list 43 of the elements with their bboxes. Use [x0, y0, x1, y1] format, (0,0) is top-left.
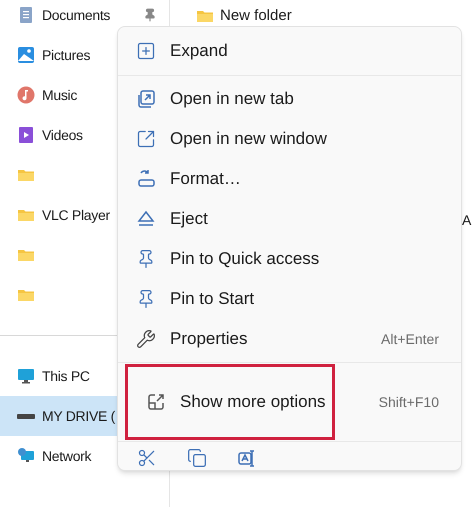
menu-label: Properties: [170, 328, 248, 350]
new-tab-icon: [136, 89, 156, 109]
menu-item[interactable]: Properties Alt+Enter: [118, 319, 461, 359]
menu-label: Open in new window: [170, 128, 327, 150]
sidebar-label: Videos: [42, 126, 83, 144]
sidebar-label: Network: [42, 446, 92, 466]
menu-item[interactable]: Pin to Quick access: [118, 239, 461, 279]
sidebar-item[interactable]: Network: [0, 436, 169, 476]
wrench-icon: [136, 329, 156, 349]
sidebar-item[interactable]: This PC: [0, 356, 169, 396]
plus-square-icon: [136, 41, 156, 61]
sidebar-label: VLC Player: [42, 206, 110, 225]
menu-label: Show more options: [180, 391, 326, 414]
document-icon: [17, 6, 35, 24]
music-icon: [17, 86, 35, 104]
sidebar-label: Documents: [42, 6, 110, 24]
rename-icon[interactable]: [237, 448, 257, 468]
scissors-icon[interactable]: [137, 448, 157, 468]
video-icon: [17, 126, 35, 144]
expand-options-icon: [146, 392, 166, 412]
column-text: A: [462, 211, 472, 230]
monitor-icon: [17, 367, 35, 385]
menu-label: Pin to Quick access: [170, 248, 320, 270]
file-name: New folder: [220, 6, 292, 26]
shortcut-text: Shift+F10: [378, 392, 439, 412]
menu-label: Pin to Start: [170, 288, 254, 310]
sidebar-label: This PC: [42, 366, 90, 386]
picture-icon: [17, 46, 35, 64]
sidebar-label: Pictures: [42, 46, 90, 64]
eject-icon: [136, 209, 156, 229]
menu-label: Eject: [170, 208, 208, 230]
copy-icon[interactable]: [187, 448, 207, 468]
network-icon: [17, 447, 35, 465]
sidebar-label: MY DRIVE (: [42, 406, 115, 426]
drive-icon: [17, 414, 35, 418]
external-window-icon: [136, 129, 156, 149]
sidebar-label: Music: [42, 86, 78, 104]
shortcut-text: Alt+Enter: [381, 330, 439, 348]
format-icon: [136, 169, 156, 189]
menu-label: Expand: [170, 40, 228, 62]
menu-label: Open in new tab: [170, 88, 294, 110]
menu-label: Format…: [170, 168, 241, 190]
menu-item[interactable]: Pin to Start: [118, 279, 461, 319]
